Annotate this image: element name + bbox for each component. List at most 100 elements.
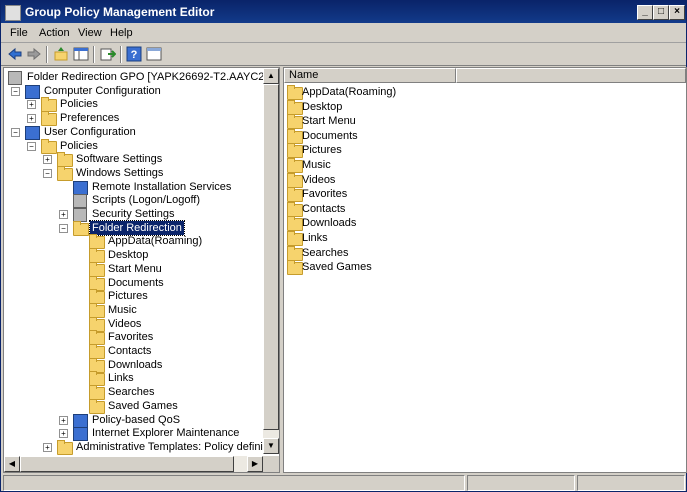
ris-icon (72, 180, 88, 195)
title-bar[interactable]: Group Policy Management Editor _ □ × (1, 1, 686, 23)
folder-icon (286, 128, 303, 144)
export-list-icon[interactable] (100, 46, 116, 62)
scroll-thumb[interactable] (263, 84, 279, 430)
tree-item-label: Music (108, 303, 137, 316)
scroll-down-button[interactable]: ▼ (263, 438, 279, 454)
scroll-thumb[interactable] (20, 456, 234, 472)
user-icon (24, 125, 40, 140)
folder-icon (88, 316, 105, 332)
maximize-button[interactable]: □ (653, 5, 669, 20)
folder-icon (286, 260, 303, 276)
folder-icon (88, 398, 105, 414)
expand-icon[interactable]: + (59, 415, 68, 425)
column-header-name[interactable]: Name (284, 68, 456, 83)
pane-splitter[interactable] (280, 67, 282, 473)
computer-icon (24, 84, 40, 99)
forward-icon[interactable] (26, 46, 42, 62)
properties-icon[interactable] (146, 46, 162, 62)
menu-action[interactable]: Action (39, 27, 70, 39)
up-folder-icon[interactable] (53, 46, 69, 62)
folder-icon (88, 344, 105, 359)
tree-pane[interactable]: Folder Redirection GPO [YAPK26692-T2.AAY… (3, 67, 280, 473)
toolbar-separator (46, 46, 48, 63)
tree-item-label: Policies (60, 139, 98, 152)
tree-item-label: Desktop (108, 249, 149, 262)
collapse-icon[interactable]: − (27, 141, 36, 151)
folder-open-icon (72, 220, 89, 236)
minimize-button[interactable]: _ (637, 5, 653, 20)
tree-vertical-scrollbar[interactable]: ▲ ▼ (263, 68, 279, 454)
scroll-left-button[interactable]: ◀ (4, 456, 20, 472)
qos-icon (72, 413, 88, 428)
list-item-label: Videos (302, 173, 336, 186)
folder-icon (88, 371, 105, 387)
tree-item-label: Folder Redirection (89, 219, 185, 236)
gpo-icon (7, 70, 23, 85)
tree-item-label: Preferences (60, 112, 120, 125)
list-item-label: Favorites (302, 188, 348, 201)
tree-item-label: Links (108, 372, 134, 385)
list-item-label: Documents (302, 129, 358, 142)
collapse-icon[interactable]: − (11, 127, 20, 137)
tree-item-label: Pictures (108, 290, 148, 303)
column-header-empty (456, 68, 686, 83)
expand-icon[interactable]: + (43, 155, 52, 165)
list-item-label: Music (302, 159, 331, 171)
tree-item-label: Folder Redirection GPO [YAPK26692-T2.AAY… (27, 71, 279, 83)
menu-file[interactable]: File (10, 27, 28, 39)
tree-item-label: Saved Games (108, 399, 178, 412)
folder-icon (88, 234, 105, 250)
svg-text:?: ? (131, 49, 138, 61)
tree-item-label: Computer Configuration (44, 84, 161, 97)
folder-icon (286, 245, 303, 261)
scripts-icon (72, 193, 88, 209)
tree-item-label: Policy-based QoS (92, 413, 181, 426)
back-icon[interactable] (7, 46, 23, 62)
tree-item-label: Policies (60, 98, 98, 111)
list-item-label: Pictures (302, 144, 342, 157)
help-icon[interactable]: ? (126, 46, 142, 62)
folder-icon (286, 158, 303, 173)
expand-icon[interactable]: + (59, 429, 68, 439)
tree-item-label: Software Settings (76, 153, 163, 166)
tree-item-label: Videos (108, 317, 142, 330)
close-button[interactable]: × (669, 5, 685, 20)
collapse-icon[interactable]: − (43, 168, 52, 178)
menu-help[interactable]: Help (110, 27, 133, 39)
folder-icon (88, 261, 105, 277)
list-item-label: Contacts (302, 202, 346, 215)
collapse-icon[interactable]: − (11, 86, 20, 96)
menu-bar: File Action View Help (1, 24, 686, 43)
folder-icon (40, 97, 57, 113)
expand-icon[interactable]: + (59, 210, 68, 219)
tree-item-label: Searches (108, 386, 155, 399)
tree-item-label: Downloads (108, 358, 163, 371)
tree-item-label: User Configuration (44, 125, 136, 138)
toolbar: ? (1, 43, 686, 66)
folder-icon (88, 330, 105, 346)
list-item-label: Downloads (302, 217, 357, 230)
folder-icon (88, 248, 105, 264)
expand-icon[interactable]: + (43, 442, 52, 452)
folder-icon (286, 201, 303, 217)
collapse-icon[interactable]: − (59, 223, 68, 233)
expand-icon[interactable]: + (27, 100, 36, 110)
tree-item-label: Security Settings (92, 208, 175, 220)
show-hide-tree-icon[interactable] (73, 46, 89, 62)
tree-item-label: Contacts (108, 345, 152, 357)
tree-item-label: Administrative Templates: Policy definit… (76, 440, 280, 453)
toolbar-separator (93, 46, 95, 63)
scroll-up-button[interactable]: ▲ (263, 68, 279, 84)
list-item-label: AppData(Roaming) (302, 86, 397, 98)
menu-view[interactable]: View (78, 27, 102, 39)
expand-icon[interactable]: + (27, 114, 36, 124)
tree-horizontal-scrollbar[interactable]: ◀ ▶ (4, 456, 263, 472)
toolbar-separator (120, 46, 122, 63)
folder-icon (40, 111, 57, 127)
status-bar (1, 473, 686, 491)
folder-icon (286, 114, 303, 130)
tree-item-label: Remote Installation Services (92, 180, 232, 193)
folder-icon (56, 439, 73, 455)
scroll-right-button[interactable]: ▶ (247, 456, 263, 472)
details-pane[interactable]: Name AppData(Roaming) Desktop Start Menu Do… (283, 67, 687, 473)
